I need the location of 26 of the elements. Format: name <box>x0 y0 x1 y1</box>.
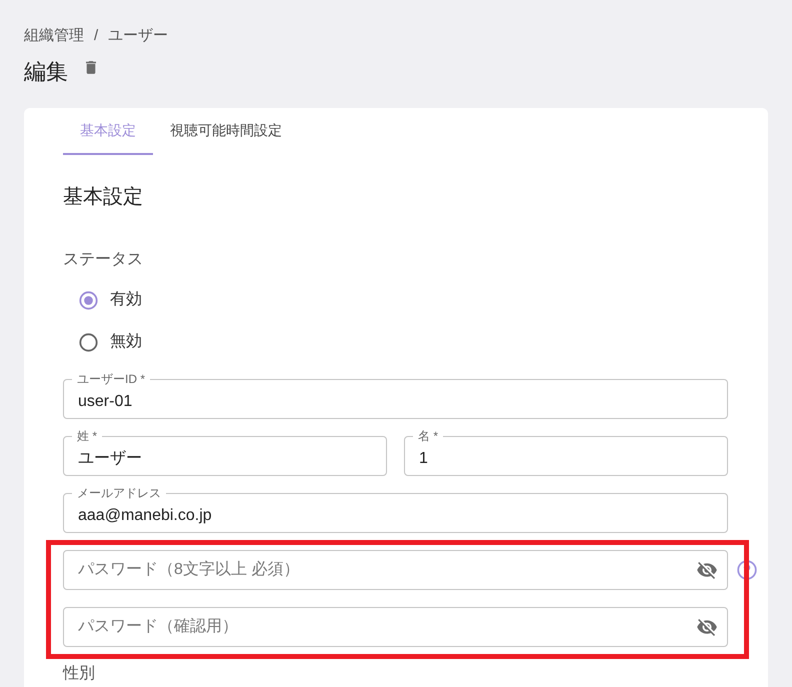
page-title: 編集 <box>24 58 68 86</box>
help-icon[interactable] <box>737 560 757 580</box>
field-label: 姓 * <box>76 429 98 443</box>
password-field[interactable]: パスワード（8文字以上 必須） <box>63 550 728 590</box>
status-label: ステータス <box>63 250 144 270</box>
radio-button[interactable] <box>79 332 98 352</box>
radio-label: 無効 <box>110 332 142 352</box>
text-field[interactable]: 姓 * ユーザー <box>63 429 387 476</box>
trash-icon[interactable] <box>86 61 96 74</box>
password-field[interactable]: パスワード（確認用） <box>63 607 728 647</box>
breadcrumb-link[interactable]: 組織管理 <box>24 25 84 47</box>
radio-label: 有効 <box>110 290 142 310</box>
field-label: メールアドレス <box>76 486 162 500</box>
gender-label: 性別 <box>63 664 96 684</box>
radio-button[interactable] <box>79 290 98 310</box>
text-field[interactable]: ユーザーID * user-01 <box>63 372 728 419</box>
field-label: ユーザーID * <box>76 372 146 386</box>
breadcrumb-separator: / <box>94 26 98 46</box>
field-label: 名 * <box>417 429 440 443</box>
text-field[interactable]: 名 * 1 <box>404 429 728 476</box>
breadcrumb-current: ユーザー <box>108 26 168 46</box>
eye-off-icon[interactable] <box>696 618 718 636</box>
text-field[interactable]: メールアドレス aaa@manebi.co.jp <box>63 486 728 533</box>
section-title: 基本設定 <box>63 185 144 210</box>
eye-off-icon[interactable] <box>696 562 718 578</box>
tab[interactable]: 視聴可能時間設定 <box>153 108 299 155</box>
